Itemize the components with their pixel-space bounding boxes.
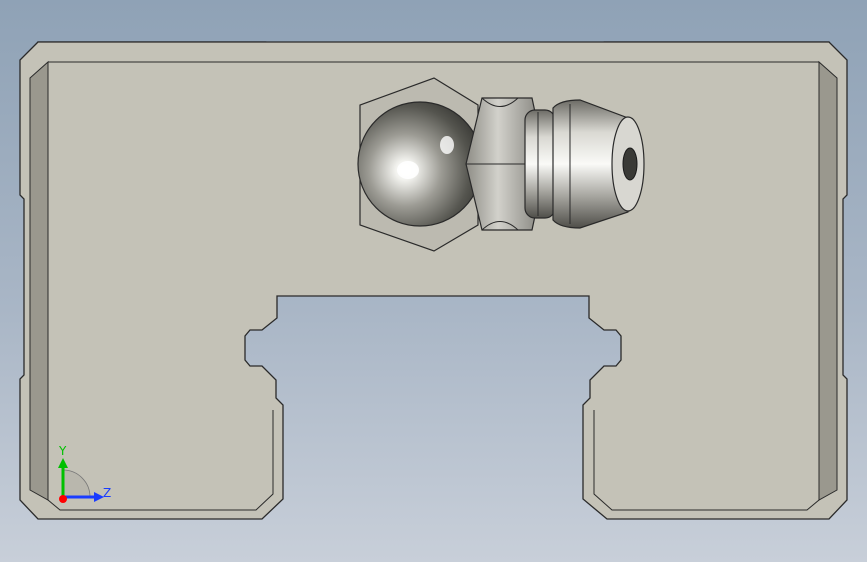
nozzle-hole [622, 147, 638, 181]
ball-highlight-2 [440, 136, 454, 154]
ball-highlight [397, 161, 419, 179]
right-chamfer [818, 60, 838, 501]
ball-head [357, 101, 483, 227]
3d-viewport[interactable]: Y Z [0, 0, 867, 562]
model-canvas[interactable]: Y Z [0, 0, 867, 562]
x-axis-dot [59, 495, 67, 503]
left-chamfer [29, 60, 49, 501]
z-axis-label: Z [103, 486, 111, 500]
y-axis-label: Y [58, 444, 67, 458]
collar [524, 109, 556, 219]
